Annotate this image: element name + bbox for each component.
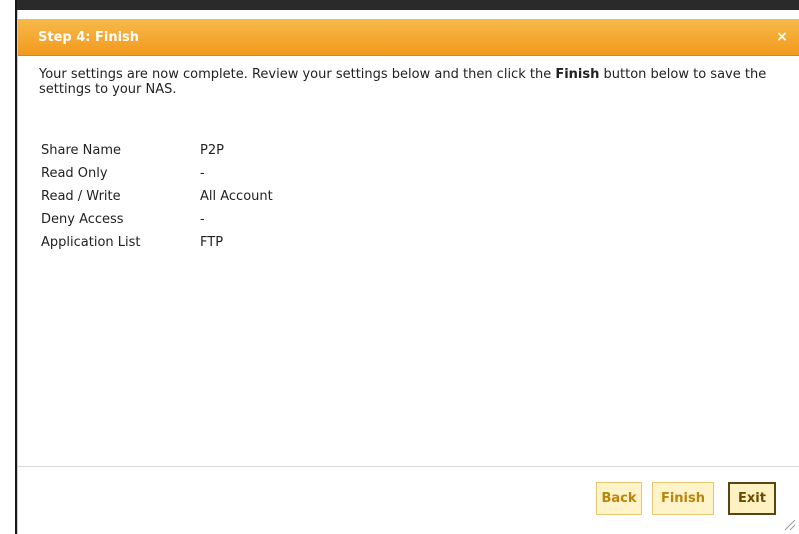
summary-value: FTP <box>200 235 224 250</box>
summary-label: Application List <box>41 235 141 250</box>
summary-label: Read / Write <box>41 189 121 204</box>
exit-button[interactable]: Exit <box>728 482 776 515</box>
summary-row-share-name: Share Name P2P <box>41 139 273 162</box>
intro-text-finish-emphasis: Finish <box>555 67 600 82</box>
summary-row-read-write: Read / Write All Account <box>41 185 273 208</box>
summary-label: Share Name <box>41 143 121 158</box>
dialog-titlebar: Step 4: Finish × <box>18 19 799 56</box>
resize-grip-icon[interactable] <box>784 519 796 531</box>
summary-row-application-list: Application List FTP <box>41 231 273 254</box>
dialog-title: Step 4: Finish <box>38 30 140 45</box>
footer-divider <box>18 466 799 467</box>
page: Step 4: Finish × Your settings are now c… <box>0 0 799 534</box>
intro-text: Your settings are now complete. Review y… <box>39 67 779 97</box>
summary-value: - <box>200 166 205 181</box>
close-icon[interactable]: × <box>773 28 791 46</box>
summary-value: - <box>200 212 205 227</box>
summary-value: P2P <box>200 143 224 158</box>
summary-row-deny-access: Deny Access - <box>41 208 273 231</box>
back-button[interactable]: Back <box>596 482 642 515</box>
summary-row-read-only: Read Only - <box>41 162 273 185</box>
summary-value: All Account <box>200 189 273 204</box>
finish-button[interactable]: Finish <box>652 482 714 515</box>
intro-text-start: Your settings are now complete. Review y… <box>39 67 556 82</box>
summary-label: Deny Access <box>41 212 124 227</box>
wizard-dialog: Step 4: Finish × Your settings are now c… <box>17 10 799 534</box>
background-window-edge <box>15 0 799 10</box>
summary-label: Read Only <box>41 166 108 181</box>
settings-summary: Share Name P2P Read Only - Read / Write All… <box>41 139 273 254</box>
